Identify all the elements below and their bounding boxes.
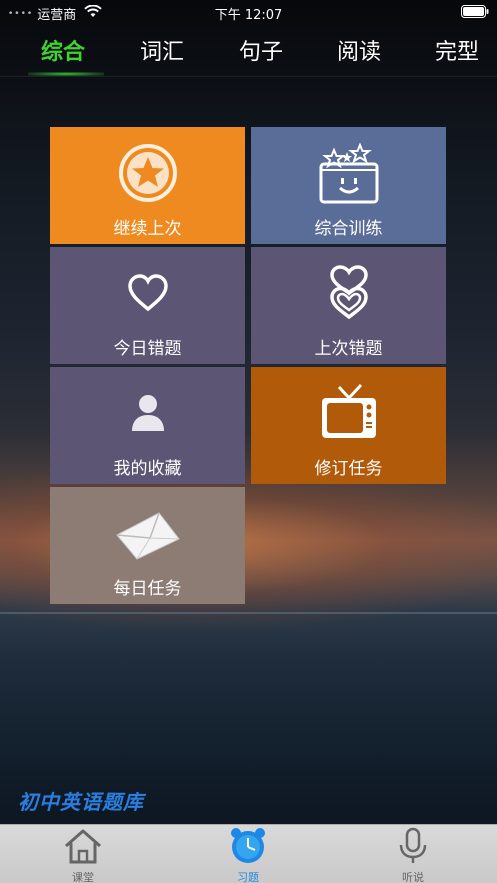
status-time: 下午 12:07 [214,8,283,23]
bottom-nav-listening[interactable]: 听说 [373,827,453,883]
bottom-nav-label: 课堂 [72,871,94,883]
tab-comprehensive[interactable]: 综合 [28,34,98,66]
tile-label: 今日错题 [113,339,182,359]
tile-label: 我的收藏 [113,459,182,479]
status-bar: •••• 运营商 下午 12:07 [0,0,497,24]
alarm-clock-icon [208,827,288,869]
tab-sentences[interactable]: 句子 [226,34,296,66]
tab-vocabulary[interactable]: 词汇 [127,34,197,66]
battery-icon [461,5,489,22]
tab-divider [0,76,497,77]
tile-label: 综合训练 [314,219,383,239]
tab-cloze[interactable]: 完型 [422,34,492,66]
tile-label: 修订任务 [314,459,383,479]
tile-my-favorites[interactable]: 我的收藏 [50,367,245,484]
tile-comprehensive-training[interactable]: 综合训练 [251,127,446,244]
heart-icon [50,257,245,329]
horizon-line [0,612,497,614]
double-heart-icon [251,257,446,329]
app-brand: 初中英语题库 [18,790,144,814]
tile-daily-tasks[interactable]: 每日任务 [50,487,245,604]
envelope-icon [50,497,245,569]
tile-label: 上次错题 [314,339,383,359]
tv-icon [251,377,446,449]
star-circle-icon [50,137,245,209]
bottom-nav-label: 习题 [237,871,259,883]
tab-reading[interactable]: 阅读 [324,34,394,66]
bottom-nav: 课堂 习题 听说 [0,824,497,883]
house-icon [43,827,123,869]
tile-continue-last[interactable]: 继续上次 [50,127,245,244]
bottom-nav-label: 听说 [402,871,424,883]
person-icon [50,377,245,449]
tile-last-mistakes[interactable]: 上次错题 [251,247,446,364]
tile-revision-tasks[interactable]: 修订任务 [251,367,446,484]
category-tabs: 综合 词汇 句子 阅读 完型 [0,26,497,76]
smile-box-icon [251,137,446,209]
bottom-nav-exercises[interactable]: 习题 [208,827,288,883]
tile-label: 每日任务 [113,579,182,599]
tile-today-mistakes[interactable]: 今日错题 [50,247,245,364]
bottom-nav-classroom[interactable]: 课堂 [43,827,123,883]
microphone-icon [373,827,453,869]
tile-label: 继续上次 [113,219,182,239]
